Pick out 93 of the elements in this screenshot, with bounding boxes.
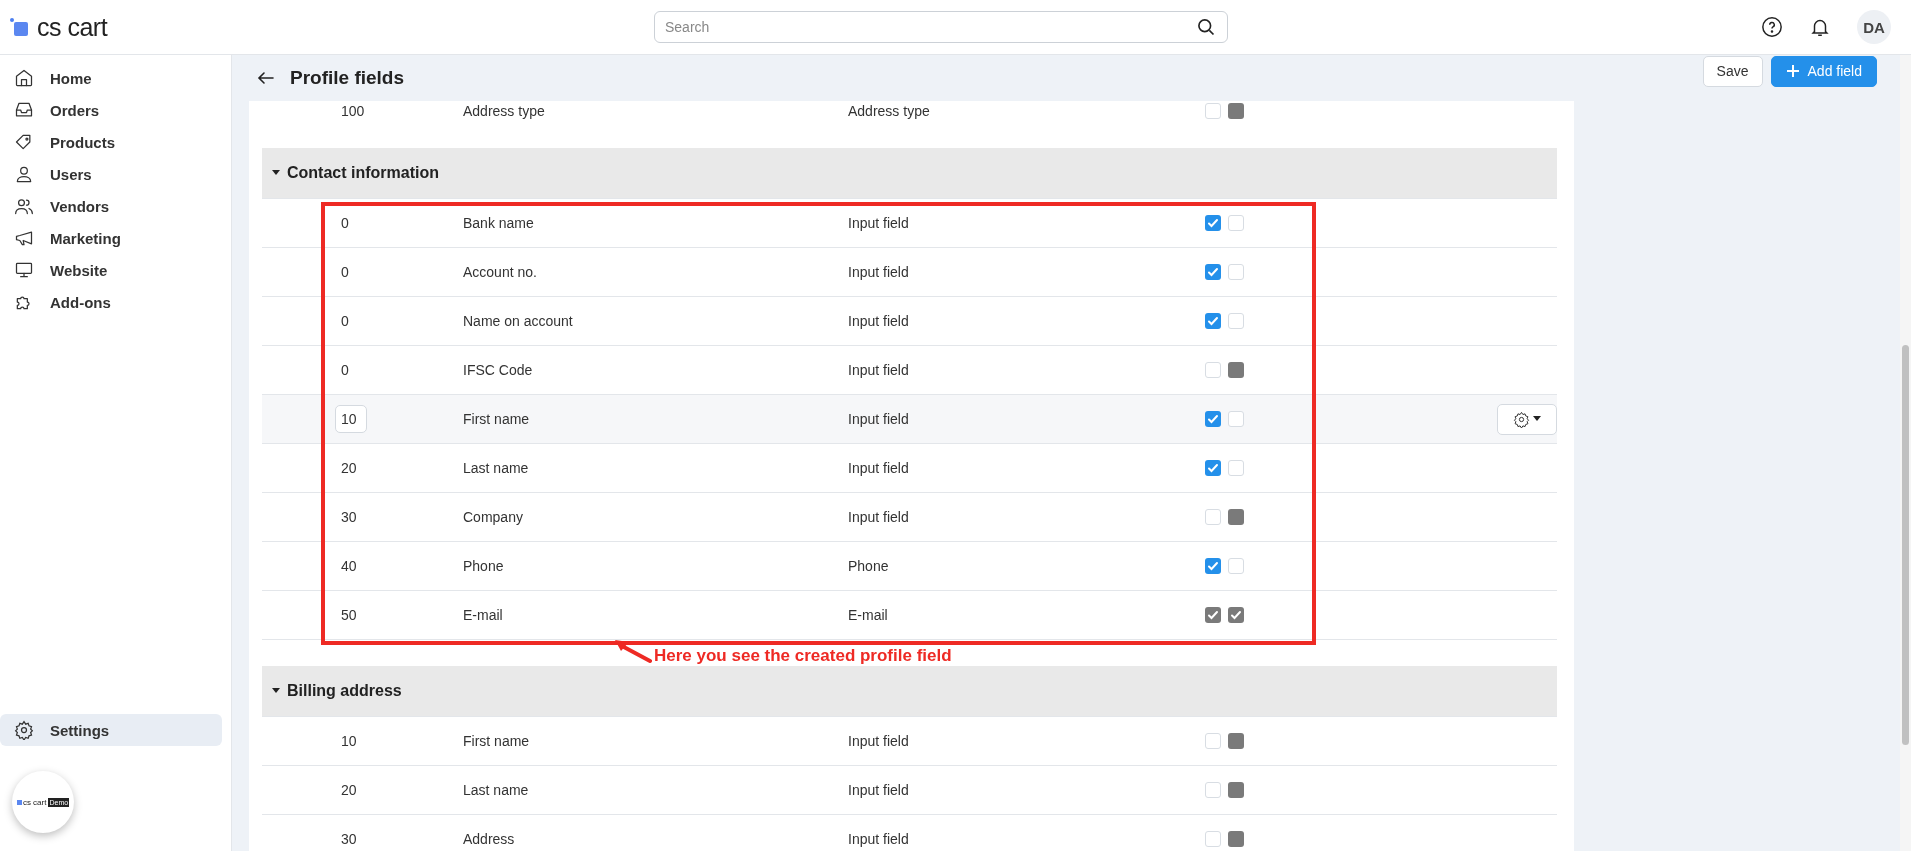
- user-icon: [14, 164, 34, 184]
- checkbox[interactable]: [1205, 558, 1221, 574]
- gear-icon: [1513, 410, 1530, 428]
- section-title: Contact information: [287, 164, 439, 182]
- field-name: IFSC Code: [463, 362, 534, 378]
- checkbox[interactable]: [1205, 460, 1221, 476]
- field-type: Input field: [848, 509, 910, 525]
- checkbox[interactable]: [1228, 215, 1244, 231]
- save-button[interactable]: Save: [1702, 55, 1763, 87]
- field-type: Input field: [848, 831, 910, 847]
- field-name: First name: [463, 411, 531, 427]
- search-field[interactable]: Search: [654, 11, 1228, 43]
- position-cell-text: 20: [340, 782, 358, 798]
- position-cell-text: 0: [340, 362, 350, 378]
- annotation-arrow: [614, 639, 652, 665]
- checkbox[interactable]: [1228, 558, 1244, 574]
- field-type: E-mail: [848, 607, 889, 623]
- user-avatar[interactable]: DA: [1857, 10, 1891, 44]
- position-cell-text: 50: [340, 607, 358, 623]
- position-cell-text: 0: [340, 264, 350, 280]
- field-name: Company: [463, 509, 524, 525]
- field-name: Name on account: [463, 313, 574, 329]
- position-cell-text: 0: [340, 215, 350, 231]
- sidebar-item[interactable]: Orders: [0, 94, 222, 126]
- home-icon: [14, 68, 34, 88]
- field-name: Bank name: [463, 215, 535, 231]
- field-name: Address: [463, 831, 516, 847]
- sidebar-item[interactable]: Vendors: [0, 190, 222, 222]
- users-icon: [14, 196, 34, 216]
- sidebar-item[interactable]: Marketing: [0, 222, 222, 254]
- field-type: Input field: [848, 782, 910, 798]
- caret-icon: [272, 170, 280, 176]
- annotation-text: Here you see the created profile field: [654, 646, 952, 665]
- checkbox[interactable]: [1228, 460, 1244, 476]
- caret-icon: [1533, 416, 1541, 422]
- field-name: First name: [463, 733, 531, 749]
- checkbox[interactable]: [1205, 733, 1221, 749]
- checkbox[interactable]: [1205, 215, 1221, 231]
- section-title: Billing address: [287, 682, 402, 700]
- sidebar-item[interactable]: Home: [0, 62, 222, 94]
- field-type: Phone: [848, 558, 890, 574]
- section-header[interactable]: Contact information: [262, 148, 1557, 199]
- field-type: Input field: [848, 362, 910, 378]
- plus-icon: [1785, 64, 1800, 78]
- field-name: Phone: [463, 558, 505, 574]
- checkbox[interactable]: [1228, 411, 1244, 427]
- checkbox[interactable]: [1205, 264, 1221, 280]
- checkbox[interactable]: [1205, 362, 1221, 378]
- position-cell-text: 10: [340, 733, 358, 749]
- checkbox[interactable]: [1205, 782, 1221, 798]
- caret-icon: [272, 688, 280, 694]
- sidebar-item[interactable]: Products: [0, 126, 222, 158]
- field-name: Last name: [463, 460, 530, 476]
- field-name: Address type: [463, 103, 546, 119]
- page-title: Profile fields: [290, 67, 405, 89]
- sidebar-item[interactable]: Website: [0, 254, 222, 286]
- field-type: Input field: [848, 313, 910, 329]
- field-type: Input field: [848, 460, 910, 476]
- logo-icon: [10, 18, 28, 36]
- field-name: Last name: [463, 782, 530, 798]
- field-type: Address type: [848, 103, 931, 119]
- checkbox[interactable]: [1205, 411, 1221, 427]
- scrollbar[interactable]: [1900, 55, 1911, 851]
- checkbox[interactable]: [1205, 509, 1221, 525]
- field-name: Account no.: [463, 264, 538, 280]
- position-input[interactable]: 10: [335, 405, 367, 433]
- position-cell-text: 30: [340, 831, 358, 847]
- position-cell-text: 20: [340, 460, 358, 476]
- position-cell-text: 100: [340, 103, 366, 119]
- help-icon[interactable]: [1761, 16, 1783, 38]
- position-cell-text: 40: [340, 558, 358, 574]
- checkbox[interactable]: [1205, 831, 1221, 847]
- field-type: Input field: [848, 411, 910, 427]
- section-header[interactable]: Billing address: [262, 666, 1557, 717]
- field-name: E-mail: [463, 607, 504, 623]
- sidebar-item[interactable]: Add-ons: [0, 286, 222, 318]
- field-type: Input field: [848, 733, 910, 749]
- search-icon[interactable]: [1196, 17, 1216, 37]
- demo-logo: cs cart: [16, 797, 47, 807]
- monitor-icon: [14, 260, 34, 280]
- sidebar-item[interactable]: Settings: [0, 714, 222, 746]
- position-cell-text: 30: [340, 509, 358, 525]
- field-type: Input field: [848, 215, 910, 231]
- settings-dropdown-button[interactable]: [1497, 403, 1557, 435]
- checkbox[interactable]: [1205, 103, 1221, 119]
- checkbox[interactable]: [1228, 313, 1244, 329]
- position-cell-text: 0: [340, 313, 350, 329]
- sidebar-item[interactable]: Users: [0, 158, 222, 190]
- checkbox[interactable]: [1228, 264, 1244, 280]
- logo-text[interactable]: cs cart: [37, 12, 108, 42]
- checkbox[interactable]: [1205, 313, 1221, 329]
- settings-icon: [14, 720, 34, 740]
- field-type: Input field: [848, 264, 910, 280]
